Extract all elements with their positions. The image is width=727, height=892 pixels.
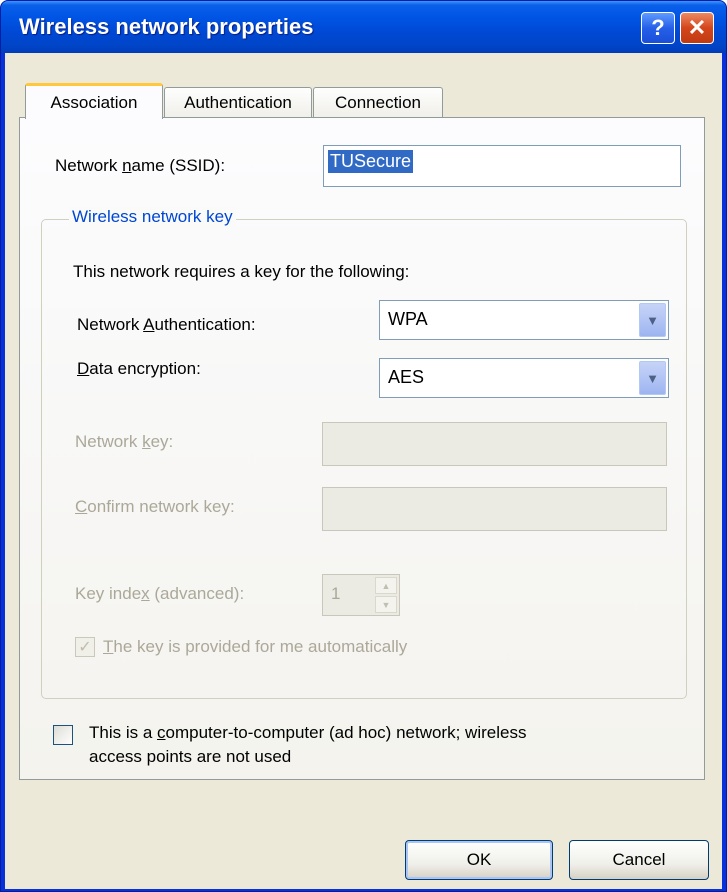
network-key-input[interactable]: [322, 422, 667, 466]
dialog-client-area: Association Authentication Connection Ne…: [5, 53, 722, 889]
key-index-value: 1: [331, 584, 341, 603]
tab-label: Authentication: [184, 93, 292, 112]
tab-label: Connection: [334, 93, 421, 112]
cancel-label: Cancel: [612, 850, 666, 869]
network-key-label: Network key:: [75, 432, 174, 451]
adhoc-checkbox[interactable]: [53, 725, 73, 745]
encryption-value: AES: [388, 367, 425, 387]
auth-value: WPA: [388, 309, 428, 329]
adhoc-label-line2: access points are not used: [89, 747, 292, 766]
ok-button[interactable]: OK: [405, 840, 553, 880]
key-index-spinner[interactable]: 1 ▲ ▼: [322, 574, 400, 616]
adhoc-label: This is a computer-to-computer (ad hoc) …: [89, 723, 527, 742]
auto-key-label: The key is provided for me automatically: [103, 637, 408, 656]
window-title: Wireless network properties: [19, 14, 314, 39]
tab-authentication[interactable]: Authentication: [164, 87, 312, 118]
key-index-label: Key index (advanced):: [75, 584, 245, 603]
requires-key-text: This network requires a key for the foll…: [73, 262, 410, 281]
help-icon: ?: [651, 15, 665, 40]
confirm-key-input[interactable]: [322, 487, 667, 531]
tab-connection[interactable]: Connection: [313, 87, 443, 118]
check-icon: ✓: [78, 639, 92, 656]
spin-down-icon[interactable]: ▼: [375, 596, 397, 613]
auth-label: Network Authentication:: [77, 315, 256, 334]
auth-dropdown[interactable]: WPA ▼: [379, 300, 669, 340]
group-title: Wireless network key: [69, 207, 236, 227]
encryption-dropdown[interactable]: AES ▼: [379, 358, 669, 398]
cancel-button[interactable]: Cancel: [569, 840, 709, 880]
spin-up-icon[interactable]: ▲: [375, 577, 397, 594]
auto-key-checkbox[interactable]: ✓: [75, 637, 95, 657]
chevron-down-icon[interactable]: ▼: [639, 303, 666, 337]
ssid-value: TUSecure: [328, 150, 414, 173]
chevron-down-icon[interactable]: ▼: [639, 361, 666, 395]
close-icon: ✕: [687, 15, 707, 40]
close-button[interactable]: ✕: [680, 12, 714, 44]
encryption-label: Data encryption:: [77, 359, 201, 378]
title-bar[interactable]: Wireless network properties ? ✕: [1, 1, 726, 53]
ok-label: OK: [466, 850, 492, 869]
ssid-label: Network name (SSID):: [55, 156, 226, 175]
dialog-window: Wireless network properties ? ✕ Associat…: [0, 0, 727, 892]
ssid-input[interactable]: TUSecure: [323, 145, 681, 187]
confirm-key-label: Confirm network key:: [75, 497, 235, 516]
spin-buttons[interactable]: ▲ ▼: [374, 576, 398, 614]
tab-association[interactable]: Association: [25, 83, 163, 119]
help-button[interactable]: ?: [641, 12, 675, 44]
tab-label: Association: [50, 92, 138, 112]
